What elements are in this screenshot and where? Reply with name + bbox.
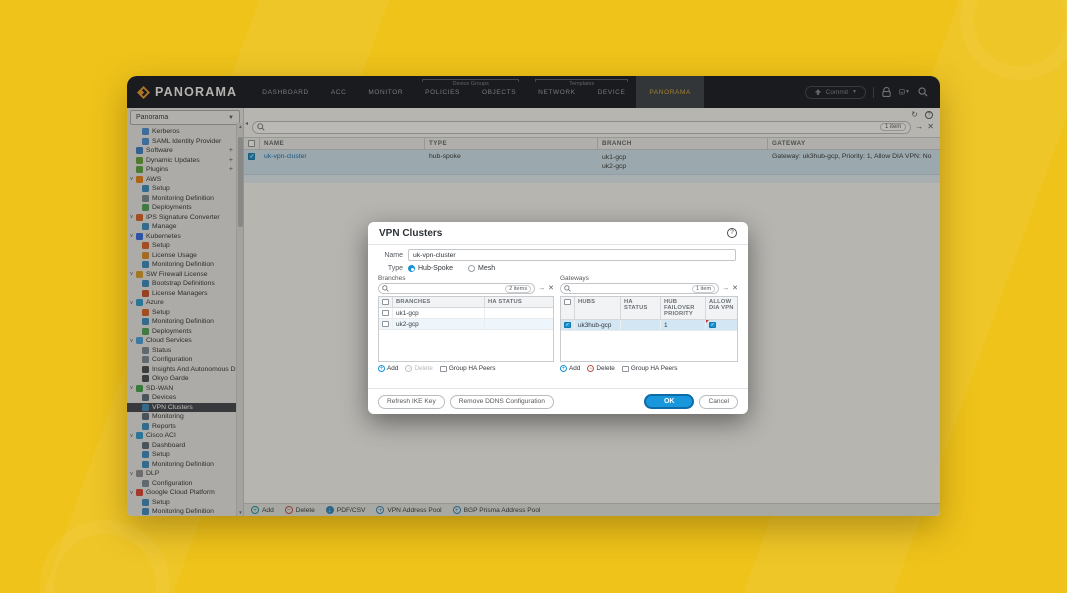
add-label: Add	[569, 365, 580, 372]
ha-status-cell	[485, 308, 553, 318]
type-radio-mesh[interactable]: Mesh	[468, 265, 495, 272]
name-cell: uk2-gcp	[393, 319, 485, 329]
delete-button[interactable]: −Delete	[587, 365, 614, 372]
column-header-hubs[interactable]: HUBS	[575, 297, 621, 319]
radio-icon	[468, 265, 475, 272]
select-all-checkbox[interactable]	[382, 299, 389, 305]
row-checkbox-cell	[561, 320, 575, 330]
group-ha-peers-checkbox[interactable]: Group HA Peers	[440, 365, 496, 372]
ok-button[interactable]: OK	[644, 394, 695, 409]
column-header-allow-dia-vpn[interactable]: ALLOW DIA VPN	[706, 297, 737, 319]
select-all-checkbox-cell	[561, 297, 575, 319]
gateways-search-row: 1 item → ✕	[560, 283, 738, 294]
row-checkbox-cell	[379, 319, 393, 329]
table-row[interactable]: uk3hub-gcp 1	[561, 320, 737, 331]
dialog-panels: Branches 2 items → ✕ BRANCHESHA STATUS u…	[368, 272, 748, 372]
column-header-ha-status[interactable]: HA STATUS	[621, 297, 661, 319]
branches-search-row: 2 items → ✕	[378, 283, 554, 294]
allow-dia-vpn-cell	[706, 320, 737, 330]
branches-panel-footer: +Add−DeleteGroup HA Peers	[378, 365, 554, 372]
name-field-row: Name	[368, 249, 748, 261]
search-icon	[564, 285, 571, 292]
group-ha-peers-label: Group HA Peers	[631, 365, 678, 372]
column-header-ha-status[interactable]: HA STATUS	[485, 297, 553, 307]
delete-label: Delete	[596, 365, 614, 372]
hub-failover-priority-cell: 1	[661, 320, 706, 330]
row-checkbox[interactable]	[382, 321, 389, 327]
gateways-panel: Gateways 1 item → ✕ HUBSHA STATUSHUB FAI…	[560, 275, 738, 372]
cancel-button[interactable]: Cancel	[699, 395, 738, 409]
help-icon[interactable]: ?	[727, 228, 737, 238]
refresh-ike-key-button[interactable]: Refresh IKE Key	[378, 395, 445, 409]
dialog-header: VPN Clusters ?	[368, 222, 748, 245]
row-checkbox[interactable]	[564, 322, 571, 328]
add-icon: +	[378, 365, 385, 372]
gateways-search-input[interactable]	[573, 286, 690, 292]
branches-table: BRANCHESHA STATUS uk1-gcpuk2-gcp	[378, 296, 554, 362]
delete-button[interactable]: −Delete	[405, 365, 432, 372]
gateways-panel-footer: +Add−DeleteGroup HA Peers	[560, 365, 738, 372]
background-circle	[960, 0, 1067, 80]
radio-icon	[408, 265, 415, 272]
type-radio-group: Hub-Spoke Mesh	[408, 265, 495, 272]
add-label: Add	[387, 365, 398, 372]
apply-filter-arrow-icon[interactable]: →	[538, 285, 545, 292]
delete-icon: −	[405, 365, 412, 372]
gateways-table-header: HUBSHA STATUSHUB FAILOVER PRIORITYALLOW …	[561, 297, 737, 320]
row-checkbox-cell	[379, 308, 393, 318]
table-row[interactable]: uk2-gcp	[379, 319, 553, 330]
gateways-item-count: 1 item	[692, 285, 715, 293]
group-ha-peers-label: Group HA Peers	[449, 365, 496, 372]
gateways-table-rows: uk3hub-gcp 1	[561, 320, 737, 331]
name-cell: uk1-gcp	[393, 308, 485, 318]
clear-filter-icon[interactable]: ✕	[548, 285, 554, 292]
branches-panel: Branches 2 items → ✕ BRANCHESHA STATUS u…	[378, 275, 554, 372]
add-button[interactable]: +Add	[560, 365, 580, 372]
row-checkbox[interactable]	[382, 310, 389, 316]
name-label: Name	[368, 252, 408, 259]
type-radio-label: Hub-Spoke	[418, 265, 453, 272]
search-icon	[382, 285, 389, 292]
search-box: 1 item	[560, 283, 719, 294]
gateways-table: HUBSHA STATUSHUB FAILOVER PRIORITYALLOW …	[560, 296, 738, 362]
column-header-branches[interactable]: BRANCHES	[393, 297, 485, 307]
branches-table-header: BRANCHESHA STATUS	[379, 297, 553, 308]
name-cell: uk3hub-gcp	[575, 320, 621, 330]
add-button[interactable]: +Add	[378, 365, 398, 372]
dialog-footer: Refresh IKE Key Remove DDNS Configuratio…	[368, 388, 748, 414]
search-box: 2 items	[378, 283, 535, 294]
type-radio-hub-spoke[interactable]: Hub-Spoke	[408, 265, 453, 272]
branches-item-count: 2 items	[505, 285, 531, 293]
group-ha-peers-checkbox[interactable]: Group HA Peers	[622, 365, 678, 372]
gateways-section-label: Gateways	[560, 275, 738, 282]
column-header-hub-failover-priority[interactable]: HUB FAILOVER PRIORITY	[661, 297, 706, 319]
branches-table-rows: uk1-gcpuk2-gcp	[379, 308, 553, 330]
ha-status-cell	[485, 319, 553, 329]
table-row[interactable]: uk1-gcp	[379, 308, 553, 319]
remove-ddns-configuration-button[interactable]: Remove DDNS Configuration	[450, 395, 554, 409]
delete-icon: −	[587, 365, 594, 372]
clear-filter-icon[interactable]: ✕	[732, 285, 738, 292]
allow-dia-vpn-checkbox[interactable]	[709, 322, 716, 328]
branches-search-input[interactable]	[391, 286, 503, 292]
background-circle	[40, 520, 170, 593]
select-all-checkbox[interactable]	[564, 299, 571, 305]
type-field-row: Type Hub-Spoke Mesh	[368, 265, 748, 272]
apply-filter-arrow-icon[interactable]: →	[722, 285, 729, 292]
checkbox-icon	[440, 366, 447, 372]
delete-label: Delete	[414, 365, 432, 372]
type-radio-label: Mesh	[478, 265, 495, 272]
page-background: PANORAMA DASHBOARDACCMONITORDevice Group…	[0, 0, 1067, 593]
select-all-checkbox-cell	[379, 297, 393, 307]
name-input[interactable]	[408, 249, 736, 261]
branches-section-label: Branches	[378, 275, 554, 282]
vpn-clusters-dialog: VPN Clusters ? Name Type Hub-Spoke Mesh B…	[368, 222, 748, 414]
add-icon: +	[560, 365, 567, 372]
dialog-title: VPN Clusters	[379, 228, 442, 239]
ha-status-cell	[621, 320, 661, 330]
type-label: Type	[368, 265, 408, 272]
checkbox-icon	[622, 366, 629, 372]
